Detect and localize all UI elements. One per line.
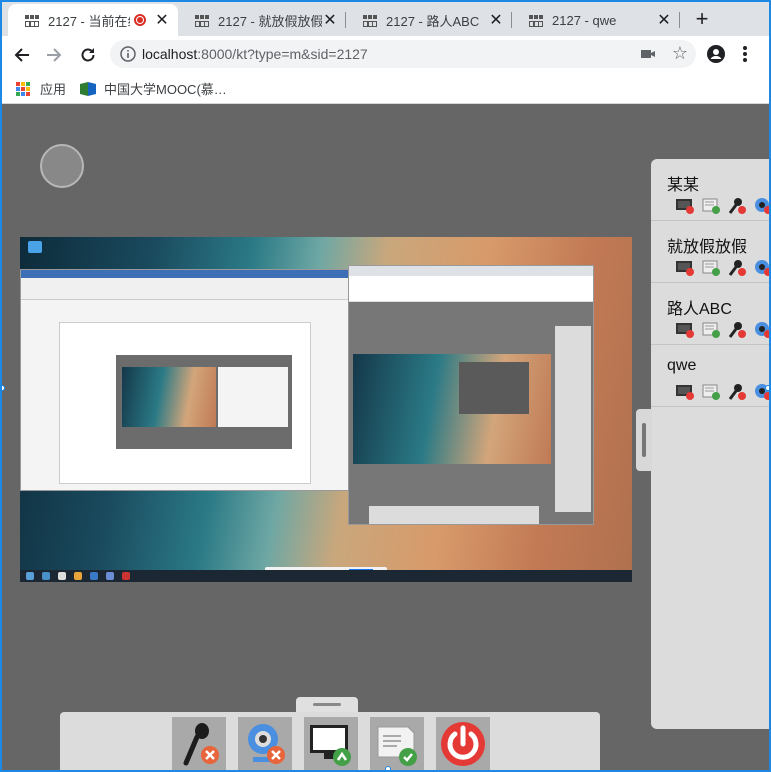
webcam-muted-icon (248, 724, 285, 764)
whiteboard-on-icon[interactable] (701, 383, 721, 401)
participants-panel: 某某 就放假放假 路人ABC qwe (651, 159, 769, 729)
close-icon[interactable]: ✕ (322, 10, 338, 30)
resize-handle[interactable] (765, 385, 769, 391)
close-icon[interactable]: ✕ (154, 10, 170, 30)
participant-item[interactable]: 路人ABC (651, 283, 769, 345)
arrow-left-icon (14, 48, 29, 62)
url-path: :8000/kt?type=m&sid=2127 (197, 46, 368, 62)
mic-off-icon[interactable] (727, 383, 747, 401)
power-icon (441, 722, 485, 766)
whiteboard-on-icon[interactable] (701, 259, 721, 277)
recording-icon (134, 14, 146, 26)
camera-button[interactable] (238, 717, 292, 770)
resize-handle[interactable] (385, 766, 391, 770)
folder-icon (28, 241, 42, 253)
bookmark-apps[interactable]: 应用 (16, 79, 66, 98)
mooc-icon (80, 81, 96, 96)
browser-window: 2127 - 当前在线 ✕ 2127 - 就放假放假 ✕ 2127 - 路人AB… (0, 0, 771, 772)
participant-name: 路人ABC (667, 301, 732, 318)
shared-browser-window (348, 265, 594, 525)
whiteboard-on-icon[interactable] (701, 321, 721, 339)
whiteboard-on-icon[interactable] (701, 197, 721, 215)
tab-3[interactable]: 2127 - qwe ✕ (512, 4, 680, 36)
tab-title: 2127 - 当前在线 (48, 13, 130, 29)
close-icon[interactable]: ✕ (488, 10, 504, 30)
bookmark-label: 应用 (40, 82, 67, 97)
tab-title: 2127 - 就放假放假 (218, 13, 322, 29)
tab-title: 2127 - 路人ABC (386, 13, 480, 29)
camera-off-icon[interactable] (753, 259, 769, 277)
camera-off-icon[interactable] (753, 197, 769, 215)
camera-in-use-icon[interactable] (640, 46, 656, 65)
new-tab-button[interactable]: + (690, 6, 714, 32)
apps-grid-icon (16, 81, 30, 96)
url-host: localhost (142, 46, 198, 62)
control-bar (60, 712, 600, 770)
microphone-button[interactable] (172, 717, 226, 770)
screen-share-icon (310, 725, 351, 766)
arrow-right-icon (47, 48, 62, 62)
microphone-muted-icon (183, 723, 219, 766)
meeting-page: 某某 就放假放假 路人ABC qwe (2, 104, 769, 770)
star-icon[interactable]: ☆ (672, 44, 688, 62)
user-avatar-placeholder[interactable] (40, 144, 84, 188)
participant-controls (675, 321, 769, 339)
bookmarks-bar: 应用 中国大学MOOC(慕… (2, 72, 769, 104)
close-icon[interactable]: ✕ (656, 10, 672, 30)
tab-strip: 2127 - 当前在线 ✕ 2127 - 就放假放假 ✕ 2127 - 路人AB… (2, 2, 769, 36)
people-favicon-icon (195, 15, 209, 27)
participant-item[interactable]: 就放假放假 (651, 221, 769, 283)
forward-button[interactable] (40, 41, 68, 69)
toolbar: localhost:8000/kt?type=m&sid=2127 ☆ (2, 36, 769, 72)
people-favicon-icon (529, 15, 543, 27)
camera-off-icon[interactable] (753, 321, 769, 339)
screen-share-off-icon[interactable] (675, 197, 695, 215)
participant-name: 就放假放假 (667, 239, 748, 256)
participant-name: qwe (667, 357, 697, 374)
participant-item[interactable]: 某某 (651, 159, 769, 221)
profile-icon[interactable] (706, 44, 726, 69)
screen-share-off-icon[interactable] (675, 321, 695, 339)
participant-item[interactable]: qwe (651, 345, 769, 407)
address-bar[interactable]: localhost:8000/kt?type=m&sid=2127 ☆ (110, 40, 696, 68)
screen-share-off-icon[interactable] (675, 259, 695, 277)
back-button[interactable] (8, 41, 36, 69)
people-favicon-icon (25, 15, 39, 27)
shared-screen-view (20, 237, 632, 582)
reload-button[interactable] (74, 41, 102, 69)
shared-doc-window (20, 269, 350, 491)
participant-controls (675, 259, 769, 277)
more-menu-icon[interactable] (742, 44, 748, 69)
mic-off-icon[interactable] (727, 197, 747, 215)
document-share-button[interactable] (370, 717, 424, 770)
participants-panel-toggle[interactable] (636, 409, 652, 471)
end-session-button[interactable] (436, 717, 490, 770)
mic-off-icon[interactable] (727, 321, 747, 339)
bookmark-mooc[interactable]: 中国大学MOOC(慕… (80, 79, 227, 98)
participant-controls (675, 383, 769, 401)
reload-icon (81, 48, 95, 62)
document-share-icon (377, 726, 417, 766)
screen-share-off-icon[interactable] (675, 383, 695, 401)
tab-title: 2127 - qwe (552, 12, 617, 28)
tab-0[interactable]: 2127 - 当前在线 ✕ (8, 4, 178, 36)
mic-off-icon[interactable] (727, 259, 747, 277)
tab-2[interactable]: 2127 - 路人ABC ✕ (346, 4, 512, 36)
participant-controls (675, 197, 769, 215)
taskbar (20, 570, 632, 582)
people-favicon-icon (363, 15, 377, 27)
participant-name: 某某 (667, 177, 700, 194)
tab-1[interactable]: 2127 - 就放假放假 ✕ (178, 4, 346, 36)
info-icon[interactable] (114, 46, 142, 62)
screen-share-button[interactable] (304, 717, 358, 770)
bookmark-label: 中国大学MOOC(慕… (104, 82, 227, 97)
